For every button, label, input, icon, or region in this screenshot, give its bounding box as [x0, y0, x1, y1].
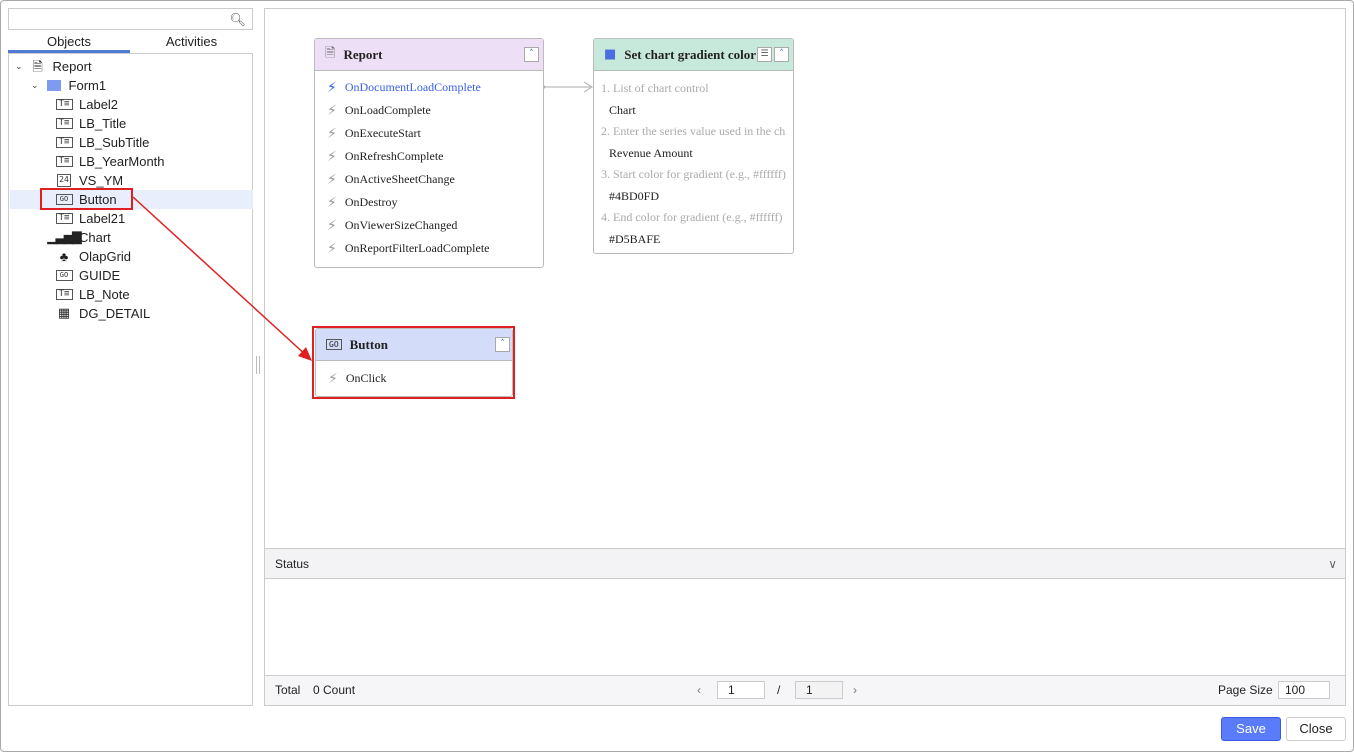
lightning-icon: ⚡︎ — [328, 370, 338, 387]
action-node[interactable]: ■ Set chart gradient color e ☰ ˄ 1. List … — [593, 38, 794, 254]
event-item[interactable]: ⚡︎ OnViewerSizeChanged — [315, 214, 543, 237]
event-item[interactable]: ⚡︎ OnClick — [316, 367, 512, 390]
event-label: OnClick — [345, 371, 387, 385]
event-item[interactable]: ⚡︎ OnDocumentLoadComplete — [315, 76, 543, 99]
report-node[interactable]: 🗎︎ Report ˄ ⚡︎ OnDocumentLoadComplete ⚡︎ OnL… — [314, 38, 544, 268]
lightning-icon: ⚡︎ — [327, 240, 337, 257]
lightning-icon: ⚡︎ — [327, 125, 337, 142]
event-item[interactable]: ⚡︎ OnLoadComplete — [315, 99, 543, 122]
lightning-icon: ⚡︎ — [327, 171, 337, 188]
param-value[interactable]: #D5BAFE — [594, 229, 793, 251]
param-value[interactable]: #4BD0FD — [594, 186, 793, 208]
total-count: 0 Count — [313, 683, 356, 697]
total-pages: 1 — [795, 681, 843, 699]
event-label: OnActiveSheetChange — [344, 172, 455, 186]
report-node-header: 🗎︎ Report — [315, 39, 543, 71]
event-label: OnViewerSizeChanged — [344, 218, 458, 232]
status-footer: Total 0 Count ‹ 1 / 1 › Page Size 100 — [265, 675, 1345, 705]
param-value[interactable]: Chart — [594, 100, 793, 122]
event-label: OnLoadComplete — [344, 103, 431, 117]
lightning-icon: ⚡︎ — [327, 194, 337, 211]
annotation-arrow — [132, 196, 309, 358]
document-icon: 🗎︎ — [325, 45, 336, 61]
event-label: OnDestroy — [344, 195, 398, 209]
lightning-icon: ⚡︎ — [327, 79, 337, 96]
lightning-icon: ⚡︎ — [327, 148, 337, 165]
event-label: OnReportFilterLoadComplete — [344, 241, 490, 255]
page-size-input[interactable]: 100 — [1278, 681, 1330, 699]
event-label: OnDocumentLoadComplete — [344, 80, 481, 94]
lightning-icon: ⚡︎ — [327, 102, 337, 119]
param-label: 3. Start color for gradient (e.g., #ffff… — [601, 167, 786, 181]
collapse-button[interactable]: ˄ — [774, 47, 789, 62]
status-panel-header[interactable]: Status ∨ — [265, 548, 1345, 579]
collapse-button[interactable]: ˄ — [495, 337, 510, 352]
tree-highlight-box — [40, 188, 133, 210]
chevron-down-icon[interactable]: ∨ — [1328, 549, 1337, 579]
event-label: OnExecuteStart — [344, 126, 421, 140]
event-item[interactable]: ⚡︎ OnDestroy — [315, 191, 543, 214]
param-label: 2. Enter the series value used in the ch — [601, 124, 786, 138]
block-icon: ■ — [604, 47, 617, 62]
param-label: 1. List of chart control — [601, 81, 709, 95]
close-button[interactable]: Close — [1286, 717, 1346, 741]
event-item[interactable]: ⚡︎ OnRefreshComplete — [315, 145, 543, 168]
button-node[interactable]: GO Button ˄ ⚡︎ OnClick — [315, 328, 513, 397]
button-icon: GO — [326, 339, 342, 350]
list-icon[interactable]: ☰ — [757, 47, 772, 62]
collapse-button[interactable]: ˄ — [524, 47, 539, 62]
event-item[interactable]: ⚡︎ OnActiveSheetChange — [315, 168, 543, 191]
next-page-icon[interactable]: › — [853, 676, 857, 705]
page-separator: / — [777, 683, 781, 697]
total-label: Total — [275, 683, 301, 697]
event-item[interactable]: ⚡︎ OnExecuteStart — [315, 122, 543, 145]
param-value[interactable]: Revenue Amount — [594, 143, 793, 165]
page-input[interactable]: 1 — [717, 681, 765, 699]
lightning-icon: ⚡︎ — [327, 217, 337, 234]
event-item[interactable]: ⚡︎ OnReportFilterLoadComplete — [315, 237, 543, 260]
save-button[interactable]: Save — [1221, 717, 1281, 741]
status-title: Status — [275, 557, 310, 571]
param-label: 4. End color for gradient (e.g., #ffffff… — [601, 210, 783, 224]
action-node-title: Set chart gradient color e — [624, 46, 765, 62]
page-size-label: Page Size — [1218, 683, 1273, 697]
report-node-title: Report — [343, 46, 383, 62]
event-label: OnRefreshComplete — [344, 149, 444, 163]
prev-page-icon[interactable]: ‹ — [697, 676, 701, 705]
button-node-title: Button — [349, 336, 388, 352]
button-node-header: GO Button — [316, 329, 512, 361]
